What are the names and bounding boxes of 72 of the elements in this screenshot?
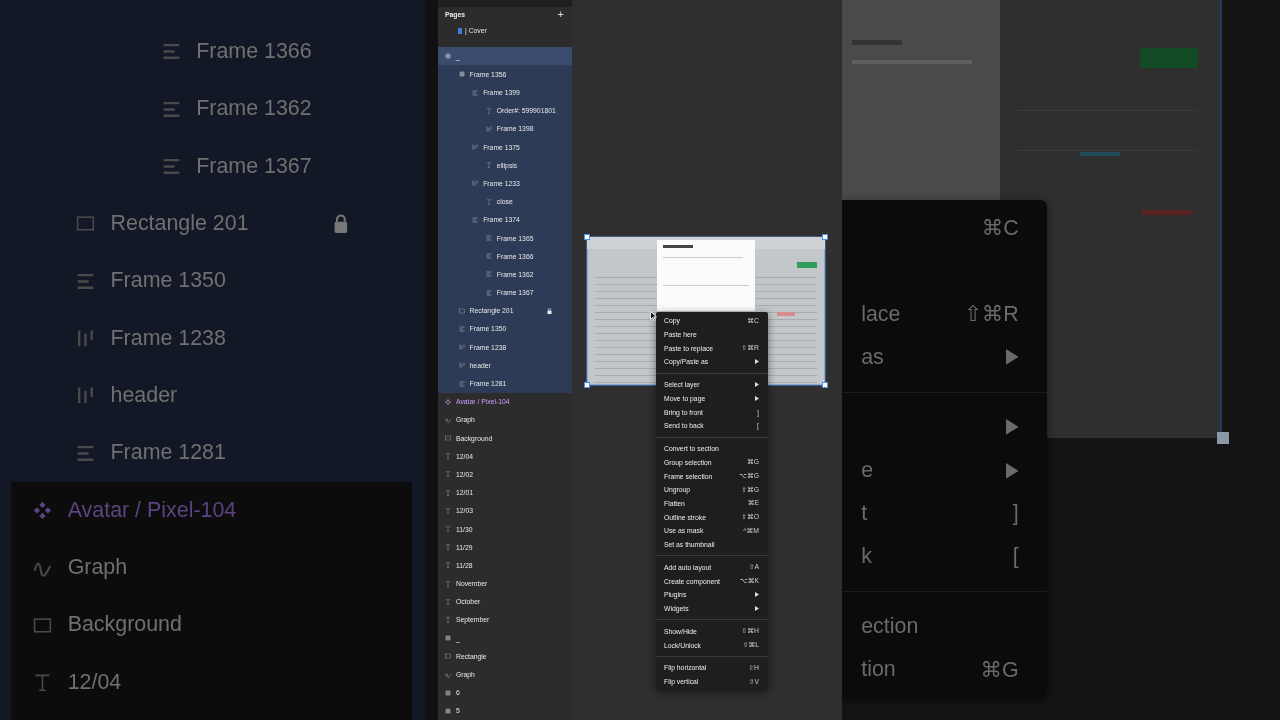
menu-item[interactable]: tion ⌘G <box>842 648 1047 692</box>
text-icon <box>485 162 492 169</box>
shortcut-label: ] <box>1012 501 1019 526</box>
menu-item[interactable]: ection <box>842 605 1047 649</box>
stack-icon <box>485 253 492 260</box>
columns-icon <box>472 180 479 187</box>
stack-icon <box>472 89 479 96</box>
menu-item[interactable]: as <box>842 335 1047 379</box>
stack-icon <box>472 216 479 223</box>
text-icon <box>445 471 451 478</box>
submenu-arrow-icon <box>755 592 759 598</box>
submenu-arrow-icon <box>755 359 759 365</box>
columns-icon <box>75 386 95 406</box>
stack-icon <box>161 156 181 176</box>
stack-icon <box>75 443 95 463</box>
text-icon <box>445 526 451 532</box>
rectangle-icon <box>33 615 52 635</box>
frame-icon <box>445 689 451 696</box>
text-icon <box>33 672 52 692</box>
text-icon <box>445 453 451 460</box>
stack-icon <box>485 235 492 241</box>
columns-icon <box>75 328 95 348</box>
stack-icon <box>485 271 492 278</box>
shortcut-label: ⌘G <box>980 656 1019 683</box>
lock-icon[interactable] <box>333 214 349 234</box>
submenu-arrow-icon <box>755 395 759 401</box>
columns-icon <box>458 344 465 351</box>
submenu-arrow-icon <box>1006 462 1019 479</box>
text-icon <box>445 544 451 551</box>
shortcut-label: ⇧⌘R <box>963 301 1019 328</box>
submenu-arrow-icon <box>755 382 759 388</box>
text-icon <box>445 616 451 623</box>
stack-icon <box>161 42 181 62</box>
rectangle-icon <box>75 214 95 234</box>
text-icon <box>445 489 451 496</box>
add-page-button[interactable]: + <box>557 9 564 21</box>
stack-icon <box>485 289 492 296</box>
submenu-arrow-icon <box>1006 419 1019 436</box>
submenu-arrow-icon <box>755 605 759 611</box>
columns-icon <box>485 125 492 132</box>
frame-icon <box>445 53 451 60</box>
submenu-arrow-icon <box>1006 349 1019 366</box>
layer-row[interactable]: Graph <box>11 538 412 597</box>
columns-icon <box>472 144 479 151</box>
text-icon <box>445 598 451 605</box>
columns-icon <box>458 362 465 369</box>
component-icon <box>33 500 52 520</box>
text-icon <box>445 562 451 569</box>
shortcut-label: ⌘C <box>981 214 1019 241</box>
lock-icon[interactable] <box>547 307 552 314</box>
frame-icon <box>458 71 465 78</box>
menu-item[interactable]: e <box>842 448 1047 492</box>
menu-item[interactable]: lace ⇧⌘R <box>842 292 1047 336</box>
frame-icon <box>445 707 451 714</box>
text-icon <box>485 198 492 205</box>
stack-icon <box>161 99 181 119</box>
menu-item[interactable]: k [ <box>842 535 1047 579</box>
stack-icon <box>458 380 465 387</box>
menu-item[interactable]: ⌘C <box>842 206 1047 250</box>
menu-item[interactable]: t ] <box>842 491 1047 536</box>
frame-icon <box>445 635 451 642</box>
text-icon <box>445 507 451 514</box>
book-icon <box>458 27 462 34</box>
text-icon <box>445 580 451 587</box>
stack-icon <box>458 325 465 332</box>
stack-icon <box>75 271 95 291</box>
layer-row[interactable]: Background <box>11 596 412 654</box>
cursor-icon <box>650 311 657 321</box>
component-icon <box>445 398 451 405</box>
text-icon <box>485 107 492 114</box>
shortcut-label: [ <box>1012 544 1019 570</box>
layer-row[interactable]: 12/04 <box>11 653 412 711</box>
